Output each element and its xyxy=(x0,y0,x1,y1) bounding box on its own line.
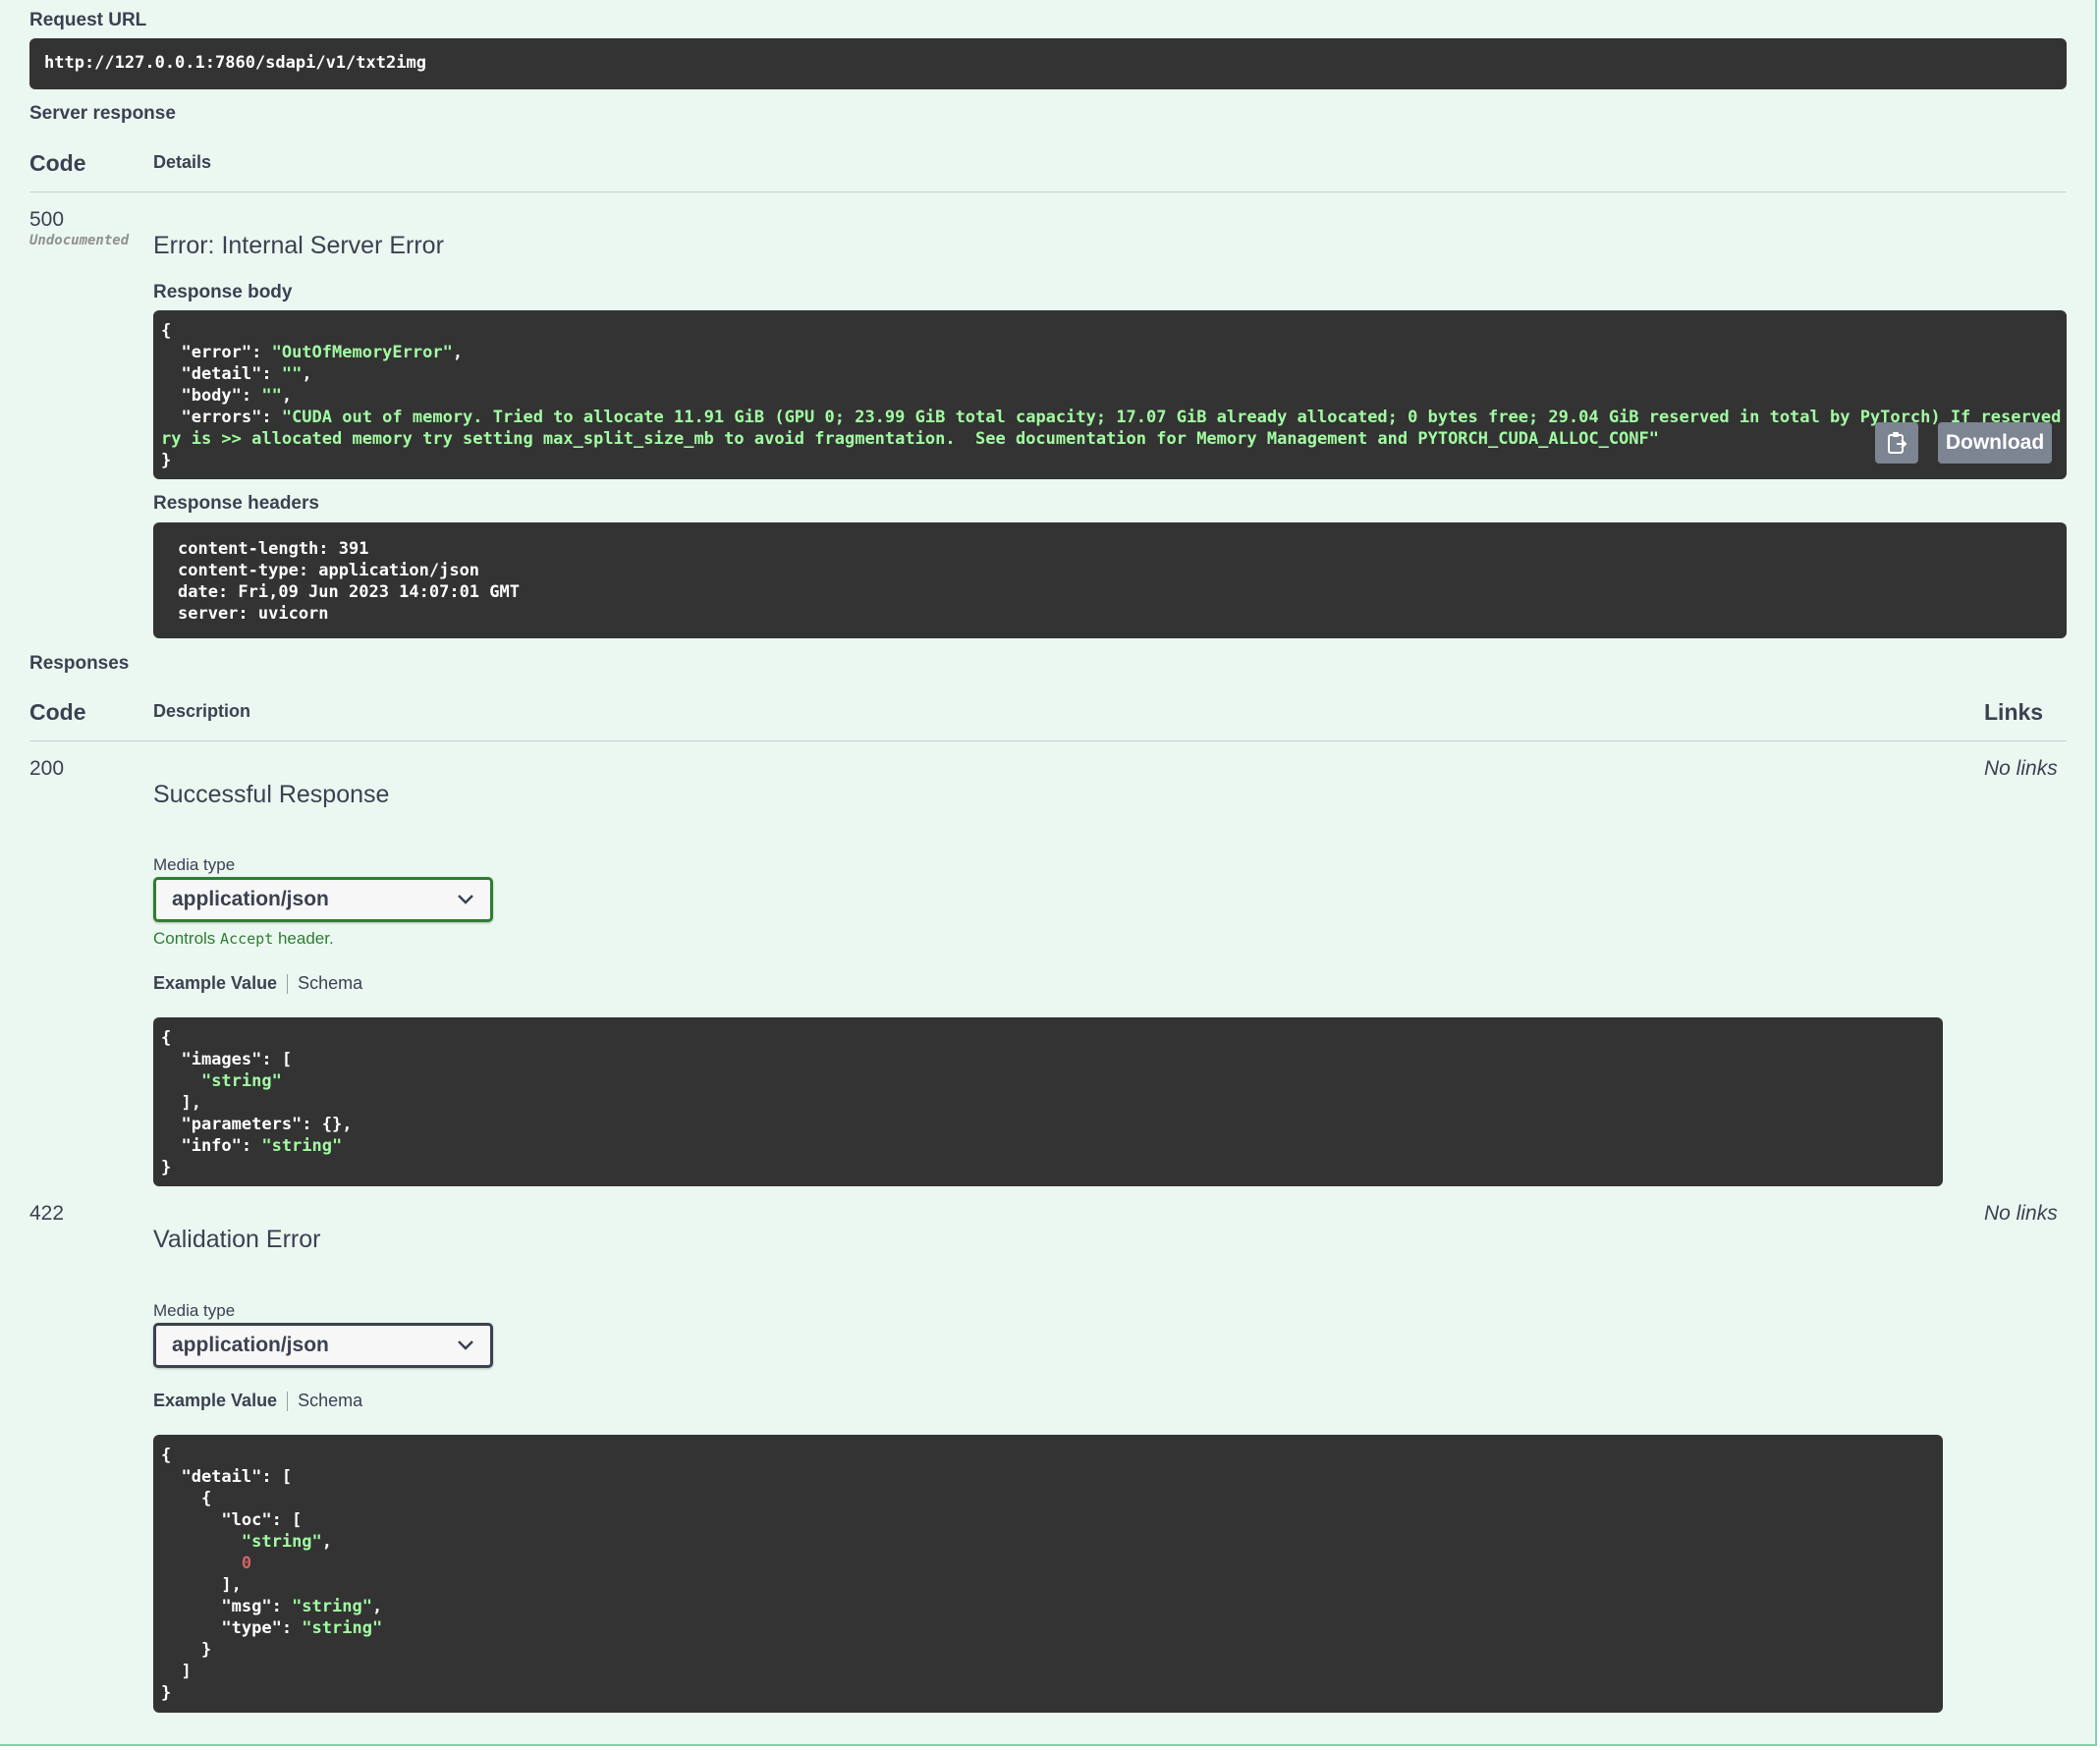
response-header-line: server: uvicorn xyxy=(178,604,329,624)
response-headers-box[interactable]: content-length: 391 content-type: applic… xyxy=(153,522,2067,638)
response-header-line: content-type: application/json xyxy=(178,561,480,580)
example-line: "type": "string" xyxy=(161,1618,383,1638)
response-body-line: { xyxy=(161,321,172,341)
example-schema-tabs-422: Example Value Schema xyxy=(153,1391,362,1411)
response-title-200: Successful Response xyxy=(153,781,390,808)
example-value-box-422[interactable]: { "detail": [ { "loc": [ "string", 0 ], … xyxy=(153,1435,1943,1713)
example-line: ] xyxy=(161,1662,192,1681)
request-url-label: Request URL xyxy=(29,10,147,30)
undocumented-label: Undocumented xyxy=(29,233,130,248)
tab-schema-422[interactable]: Schema xyxy=(298,1391,362,1411)
media-type-select-200[interactable]: application/json xyxy=(153,877,493,922)
clipboard-icon xyxy=(1888,432,1907,454)
response-body-label: Response body xyxy=(153,282,293,302)
response-title-422: Validation Error xyxy=(153,1226,321,1253)
media-type-value-422: application/json xyxy=(172,1334,329,1356)
example-line: } xyxy=(161,1683,172,1703)
example-line: "loc": [ xyxy=(161,1510,303,1530)
media-type-select-422[interactable]: application/json xyxy=(153,1323,493,1368)
tab-divider xyxy=(287,1391,289,1411)
response-code-200: 200 xyxy=(29,757,65,780)
error-title: Error: Internal Server Error xyxy=(153,232,444,259)
controls-accept-note: Controls Accept header. xyxy=(153,929,334,948)
response-headers-label: Response headers xyxy=(153,493,319,514)
media-type-label-200: Media type xyxy=(153,855,236,874)
response-panel: Request URL http://127.0.0.1:7860/sdapi/… xyxy=(0,0,2097,1746)
example-schema-tabs-200: Example Value Schema xyxy=(153,973,362,994)
tab-divider xyxy=(287,973,289,994)
example-line: "detail": [ xyxy=(161,1467,293,1487)
responses-label: Responses xyxy=(29,653,130,674)
media-type-label-422: Media type xyxy=(153,1301,236,1320)
media-type-value-200: application/json xyxy=(172,888,329,910)
response-header-line: date: Fri,09 Jun 2023 14:07:01 GMT xyxy=(178,582,520,602)
server-response-details-header: Details xyxy=(153,152,212,172)
server-response-code-header: Code xyxy=(29,150,86,176)
example-line: { xyxy=(161,1446,172,1465)
example-line: "msg": "string", xyxy=(161,1597,383,1616)
request-url-box[interactable]: http://127.0.0.1:7860/sdapi/v1/txt2img xyxy=(29,38,2067,89)
example-line: ], xyxy=(161,1575,242,1595)
example-line: "string" xyxy=(200,1071,282,1091)
chevron-down-icon xyxy=(458,1340,473,1350)
example-line: "info": "string" xyxy=(161,1136,343,1156)
request-url-value: http://127.0.0.1:7860/sdapi/v1/txt2img xyxy=(44,53,426,73)
chevron-down-icon xyxy=(458,895,473,904)
tab-schema-200[interactable]: Schema xyxy=(298,973,362,994)
example-line: ], xyxy=(161,1093,201,1113)
response-body-box[interactable]: { "error": "OutOfMemoryError", "detail":… xyxy=(153,310,2067,479)
responses-code-header: Code xyxy=(29,699,86,725)
response-body-line: } xyxy=(161,451,172,470)
response-links-200: No links xyxy=(1984,757,2058,780)
response-body-line: "errors": "CUDA out of memory. Tried to … xyxy=(161,408,2067,427)
response-code-422: 422 xyxy=(29,1202,65,1225)
tab-example-value-422[interactable]: Example Value xyxy=(153,1391,277,1411)
copy-to-clipboard-button[interactable] xyxy=(1875,422,1918,464)
response-body-line: "body": "", xyxy=(161,386,293,406)
server-response-code: 500 xyxy=(29,208,65,231)
download-button[interactable]: Download xyxy=(1938,422,2052,464)
tab-example-value-200[interactable]: Example Value xyxy=(153,973,277,994)
example-value-box-200[interactable]: { "images": [ "string" ], "parameters": … xyxy=(153,1017,1943,1186)
example-line: "parameters": {}, xyxy=(161,1115,353,1134)
responses-links-header: Links xyxy=(1984,699,2044,725)
response-body-line: ry is >> allocated memory try setting ma… xyxy=(161,429,1659,449)
response-links-422: No links xyxy=(1984,1202,2058,1225)
example-line: "string", xyxy=(241,1532,333,1552)
example-line: } xyxy=(161,1158,172,1177)
response-header-line: content-length: 391 xyxy=(178,539,369,559)
server-response-label: Server response xyxy=(29,103,176,124)
responses-divider xyxy=(29,740,2067,741)
response-body-line: "detail": "", xyxy=(161,364,312,384)
example-line: { xyxy=(161,1489,212,1508)
example-line: { xyxy=(161,1028,172,1048)
example-line: "images": [ xyxy=(161,1050,293,1069)
response-body-line: "error": "OutOfMemoryError", xyxy=(161,343,464,362)
responses-description-header: Description xyxy=(153,701,251,721)
example-line: } xyxy=(161,1640,212,1660)
server-response-divider xyxy=(29,191,2067,192)
example-line: 0 xyxy=(241,1554,252,1573)
